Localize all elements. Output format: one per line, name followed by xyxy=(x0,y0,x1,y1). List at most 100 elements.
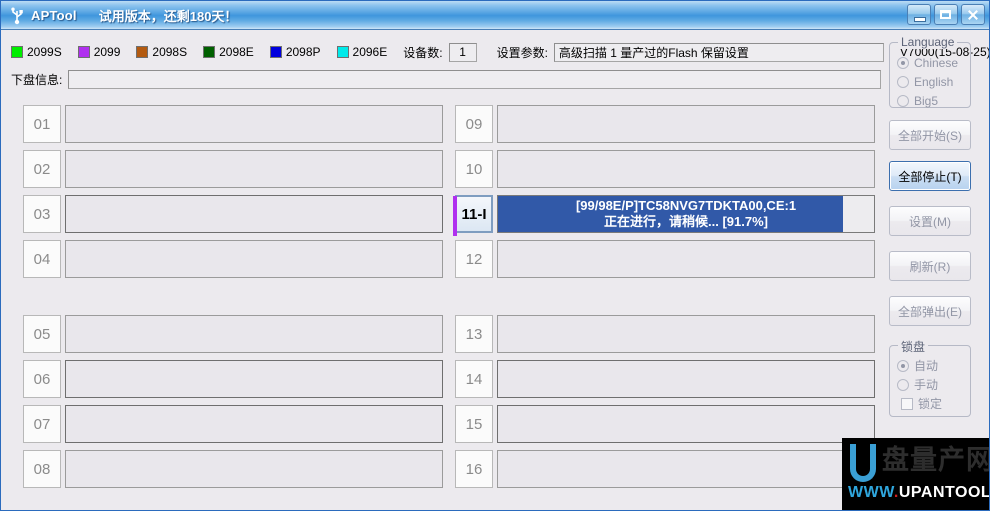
slot-status-bar[interactable] xyxy=(497,150,875,188)
progress-fill xyxy=(498,196,843,232)
language-group: Language Chinese English Big5 xyxy=(889,42,971,108)
legend-swatch xyxy=(136,46,148,58)
settings-button[interactable]: 设置(M) xyxy=(889,206,971,236)
slot-03[interactable]: 03 xyxy=(23,195,443,233)
slot-index: 01 xyxy=(23,105,61,143)
slot-status-bar[interactable] xyxy=(497,360,875,398)
legend-label: 2099 xyxy=(94,45,121,59)
trial-notice: 试用版本，还剩180天！ xyxy=(99,6,238,25)
slot-status-bar[interactable] xyxy=(497,315,875,353)
slot-index: 04 xyxy=(23,240,61,278)
refresh-button[interactable]: 刷新(R) xyxy=(889,251,971,281)
slot-status-bar[interactable] xyxy=(65,360,443,398)
slot-status-bar[interactable] xyxy=(497,405,875,443)
main-pane: 2099S 2099 2098S 2098E 2098P xyxy=(5,30,883,511)
slot-status-bar[interactable] xyxy=(65,405,443,443)
slot-02[interactable]: 02 xyxy=(23,150,443,188)
language-group-title: Language xyxy=(898,35,957,49)
eject-all-button[interactable]: 全部弹出(E) xyxy=(889,296,971,326)
slot-index-label: 11-I xyxy=(461,206,486,223)
device-count-field[interactable]: 1 xyxy=(449,43,477,62)
stop-all-button[interactable]: 全部停止(T) xyxy=(889,161,971,191)
close-button[interactable] xyxy=(961,4,985,25)
slot-10[interactable]: 10 xyxy=(455,150,875,188)
legend-label: 2096E xyxy=(353,45,388,59)
param-field[interactable]: 高级扫描 1 量产过的Flash 保留设置 xyxy=(554,43,884,62)
lock-checkbox-label: 锁定 xyxy=(918,395,942,412)
watermark-url: WWW.UPANTOOL.COM xyxy=(848,484,990,502)
slot-index: 10 xyxy=(455,150,493,188)
legend-item: 2098E xyxy=(203,45,254,59)
slot-status-bar[interactable] xyxy=(497,450,875,488)
slot-01[interactable]: 01 xyxy=(23,105,443,143)
slot-07[interactable]: 07 xyxy=(23,405,443,443)
disk-info-field[interactable] xyxy=(68,70,881,89)
watermark-url-name: UPANTOOL xyxy=(899,484,990,501)
slot-index: 02 xyxy=(23,150,61,188)
legend-item: 2099 xyxy=(78,45,121,59)
legend-item: 2096E xyxy=(337,45,388,59)
slot-index: 16 xyxy=(455,450,493,488)
radio-icon xyxy=(897,57,909,69)
slot-type-marker xyxy=(453,196,457,236)
slot-status-bar[interactable] xyxy=(497,105,875,143)
language-option-label: English xyxy=(914,75,953,89)
language-option-big5[interactable]: Big5 xyxy=(897,91,970,110)
lock-option-manual[interactable]: 手动 xyxy=(897,375,970,394)
param-label: 设置参数: xyxy=(497,44,548,61)
maximize-button[interactable] xyxy=(934,4,958,25)
legend-label: 2098P xyxy=(286,45,321,59)
checkbox-icon xyxy=(901,398,913,410)
slot-status-bar[interactable] xyxy=(65,450,443,488)
slot-08[interactable]: 08 xyxy=(23,450,443,488)
watermark-url-www: WWW xyxy=(848,484,894,501)
slot-13[interactable]: 13 xyxy=(455,315,875,353)
disk-info-label: 下盘信息: xyxy=(11,71,62,88)
slot-index: 08 xyxy=(23,450,61,488)
window-title: APTool xyxy=(31,8,77,23)
slot-15[interactable]: 15 xyxy=(455,405,875,443)
slot-06[interactable]: 06 xyxy=(23,360,443,398)
legend-item: 2098P xyxy=(270,45,321,59)
radio-icon xyxy=(897,379,909,391)
title-bar: APTool 试用版本，还剩180天！ xyxy=(1,1,990,30)
lock-option-auto[interactable]: 自动 xyxy=(897,356,970,375)
slot-04[interactable]: 04 xyxy=(23,240,443,278)
watermark: 盘量产网 WWW.UPANTOOL.COM xyxy=(842,438,990,511)
slot-index: 05 xyxy=(23,315,61,353)
slot-index: 14 xyxy=(455,360,493,398)
lock-group: 锁盘 自动 手动 锁定 xyxy=(889,345,971,417)
radio-icon xyxy=(897,360,909,372)
language-option-chinese[interactable]: Chinese xyxy=(897,53,970,72)
language-option-english[interactable]: English xyxy=(897,72,970,91)
start-all-button[interactable]: 全部开始(S) xyxy=(889,120,971,150)
slot-09[interactable]: 09 xyxy=(455,105,875,143)
legend-label: 2098S xyxy=(152,45,187,59)
slot-status-bar[interactable] xyxy=(65,105,443,143)
slot-status-bar[interactable] xyxy=(65,240,443,278)
language-option-label: Big5 xyxy=(914,94,938,108)
slot-status-bar[interactable] xyxy=(65,315,443,353)
slot-index: 15 xyxy=(455,405,493,443)
lock-option-label: 手动 xyxy=(914,376,938,393)
slot-status-bar[interactable] xyxy=(65,150,443,188)
slot-progress-bar[interactable]: [99/98E/P]TC58NVG7TDKTA00,CE:1 正在进行，请稍候.… xyxy=(497,195,875,233)
slot-05[interactable]: 05 xyxy=(23,315,443,353)
lock-option-label: 自动 xyxy=(914,357,938,374)
legend-toolbar: 2099S 2099 2098S 2098E 2098P xyxy=(11,41,990,63)
lock-group-title: 锁盘 xyxy=(898,338,928,355)
radio-icon xyxy=(897,95,909,107)
lock-checkbox[interactable]: 锁定 xyxy=(901,394,970,413)
slot-16[interactable]: 16 xyxy=(455,450,875,488)
slot-index: 09 xyxy=(455,105,493,143)
upantool-u-logo-icon xyxy=(850,444,876,482)
legend-swatch xyxy=(337,46,349,58)
language-option-label: Chinese xyxy=(914,56,958,70)
slot-14[interactable]: 14 xyxy=(455,360,875,398)
slot-12[interactable]: 12 xyxy=(455,240,875,278)
slot-status-bar[interactable] xyxy=(497,240,875,278)
legend-item: 2098S xyxy=(136,45,187,59)
slot-11[interactable]: 11-I [99/98E/P]TC58NVG7TDKTA00,CE:1 正在进行… xyxy=(455,195,875,233)
minimize-button[interactable] xyxy=(907,4,931,25)
slot-status-bar[interactable] xyxy=(65,195,443,233)
